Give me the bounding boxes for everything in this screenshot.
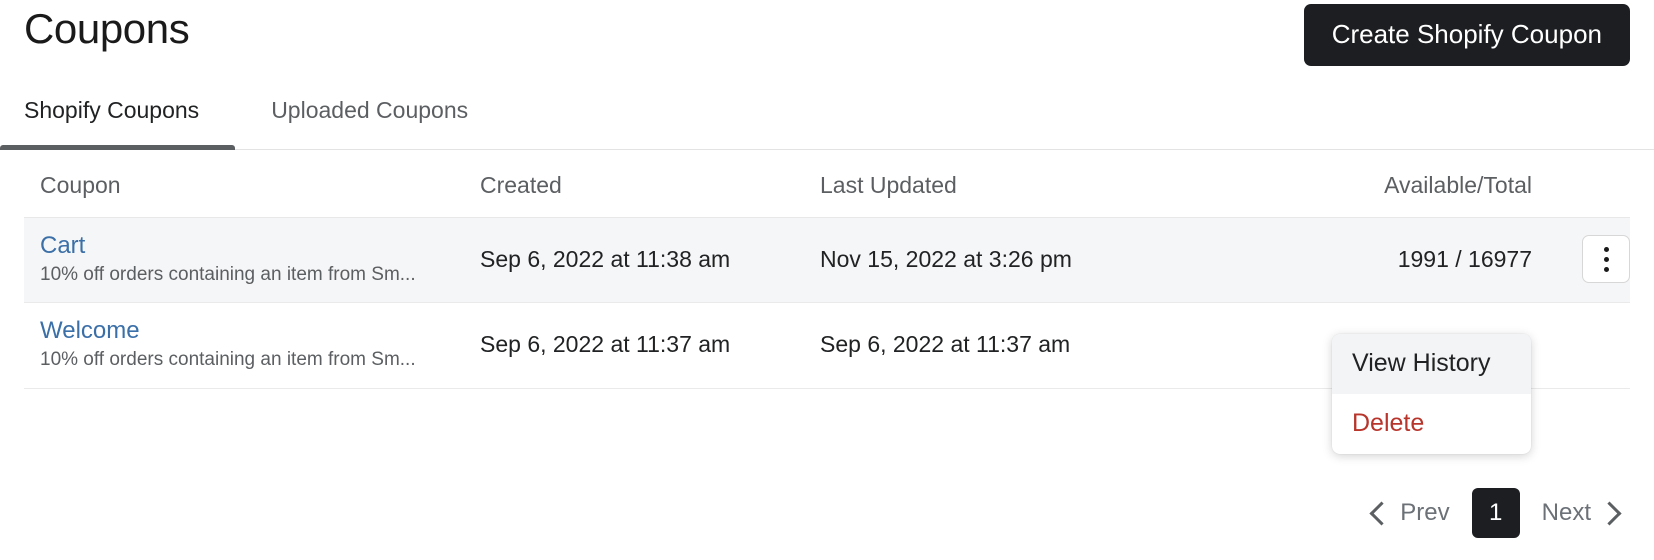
coupon-description: 10% off orders containing an item from S…: [40, 348, 416, 370]
column-header-last-updated: Last Updated: [804, 150, 1224, 218]
kebab-dot: [1603, 256, 1609, 262]
column-header-actions: [1558, 150, 1630, 218]
pagination-next-button[interactable]: Next: [1530, 493, 1630, 533]
pagination-next-label: Next: [1541, 499, 1591, 526]
menu-item-delete[interactable]: Delete: [1332, 394, 1531, 454]
last-updated-cell: Sep 6, 2022 at 11:37 am: [804, 302, 1224, 389]
table-row: Cart 10% off orders containing an item f…: [24, 217, 1630, 304]
coupon-description: 10% off orders containing an item from S…: [40, 263, 416, 285]
create-shopify-coupon-button[interactable]: Create Shopify Coupon: [1303, 4, 1630, 66]
pagination: Prev 1 Next: [1361, 488, 1630, 538]
created-cell: Sep 6, 2022 at 11:38 am: [464, 217, 804, 304]
pagination-prev-label: Prev: [1400, 499, 1450, 526]
coupon-cell: Cart 10% off orders containing an item f…: [24, 217, 464, 304]
actions-cell: [1558, 217, 1630, 304]
column-header-available-total: Available/Total: [1224, 150, 1558, 218]
created-cell: Sep 6, 2022 at 11:37 am: [464, 302, 804, 389]
column-header-created: Created: [464, 150, 804, 218]
chevron-right-icon: [1597, 500, 1622, 526]
tab-shopify-coupons[interactable]: Shopify Coupons: [0, 97, 236, 150]
kebab-dot: [1603, 266, 1609, 272]
last-updated-cell: Nov 15, 2022 at 3:26 pm: [804, 217, 1224, 304]
kebab-menu-icon[interactable]: [1582, 235, 1630, 284]
actions-cell: [1558, 302, 1630, 389]
pagination-prev-button[interactable]: Prev: [1361, 493, 1461, 533]
row-actions-dropdown: View History Delete: [1332, 334, 1531, 454]
tab-bar: Shopify Coupons Uploaded Coupons: [0, 72, 1654, 150]
coupon-link[interactable]: Welcome: [40, 317, 464, 345]
page-header: Coupons Create Shopify Coupon: [0, 0, 1654, 72]
pagination-page-1[interactable]: 1: [1471, 488, 1520, 538]
kebab-dot: [1603, 246, 1609, 252]
tab-uploaded-coupons[interactable]: Uploaded Coupons: [271, 97, 468, 150]
coupon-link[interactable]: Cart: [40, 232, 464, 260]
table-header-row: Coupon Created Last Updated Available/To…: [24, 150, 1630, 218]
column-header-coupon: Coupon: [24, 150, 464, 218]
menu-item-view-history[interactable]: View History: [1332, 334, 1531, 394]
chevron-left-icon: [1369, 500, 1394, 526]
coupon-cell: Welcome 10% off orders containing an ite…: [24, 302, 464, 389]
page-title: Coupons: [24, 5, 190, 52]
available-total-cell: 1991 / 16977: [1224, 217, 1558, 304]
